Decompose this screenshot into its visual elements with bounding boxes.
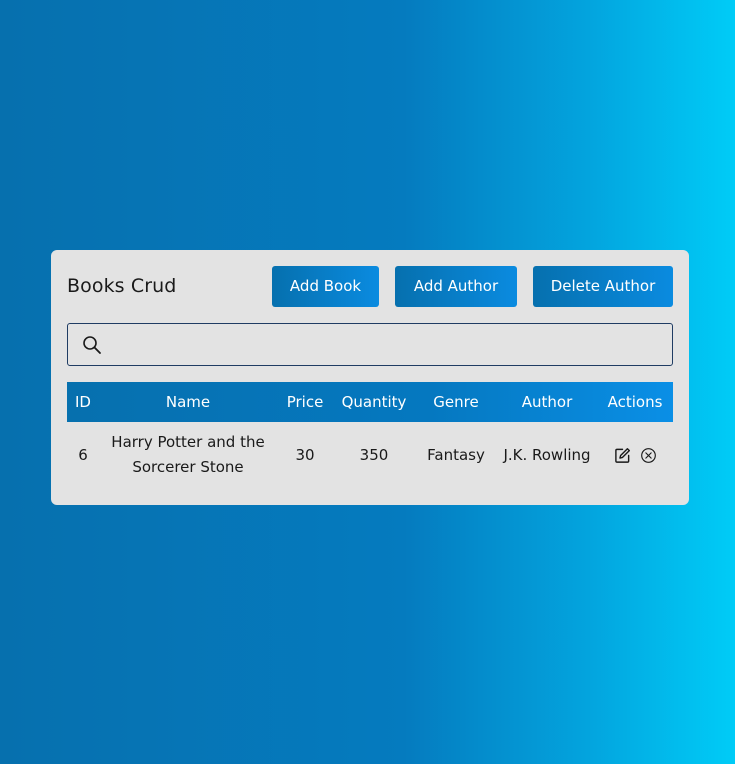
cell-quantity: 350 <box>359 445 389 464</box>
search-icon <box>83 336 101 354</box>
column-header-name: Name <box>165 393 211 411</box>
column-header-id: ID <box>75 393 91 411</box>
column-header-author: Author <box>521 393 573 411</box>
add-author-button[interactable]: Add Author <box>395 266 517 307</box>
column-header-genre: Genre <box>433 393 479 411</box>
cell-genre: Fantasy <box>427 445 485 464</box>
books-table: ID Name Price Quantity Genre Author Acti… <box>67 382 673 488</box>
search-input[interactable] <box>112 324 662 365</box>
cell-name: Harry Potter and the Sorcerer Stone <box>111 433 265 476</box>
delete-author-button[interactable]: Delete Author <box>533 266 673 307</box>
edit-icon[interactable] <box>614 447 631 464</box>
column-header-price: Price <box>286 393 324 411</box>
cell-actions <box>597 422 673 488</box>
column-header-actions: Actions <box>607 393 663 411</box>
search-box[interactable] <box>67 323 673 366</box>
delete-icon[interactable] <box>640 447 657 464</box>
table-row: 6 Harry Potter and the Sorcerer Stone 30… <box>67 422 673 488</box>
page-title: Books Crud <box>67 275 177 297</box>
add-book-button[interactable]: Add Book <box>272 266 379 307</box>
cell-id: 6 <box>78 445 88 464</box>
column-header-quantity: Quantity <box>341 393 407 411</box>
cell-author: J.K. Rowling <box>503 445 591 464</box>
table-header-row: ID Name Price Quantity Genre Author Acti… <box>67 382 673 422</box>
cell-price: 30 <box>295 445 315 464</box>
books-crud-panel: Books Crud Add Book Add Author Delete Au… <box>51 250 689 505</box>
